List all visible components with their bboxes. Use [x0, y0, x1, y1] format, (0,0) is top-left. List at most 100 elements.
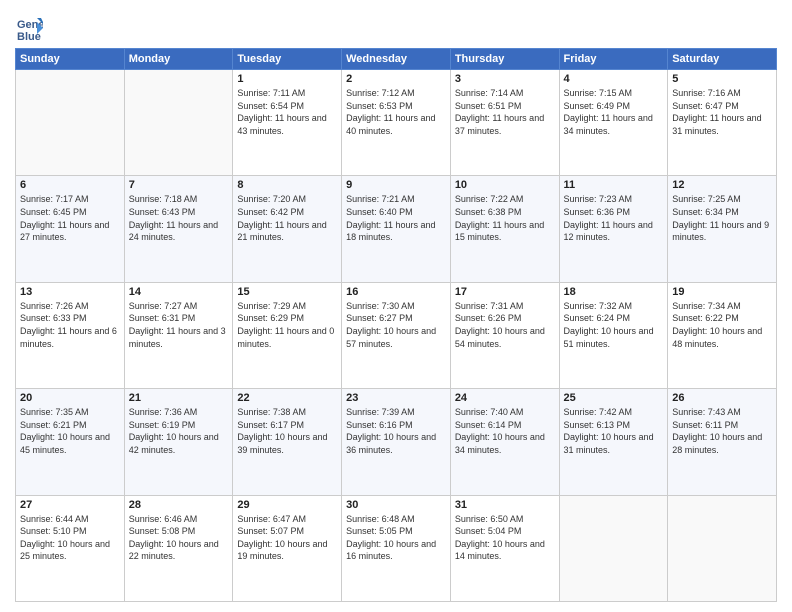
table-row: 16Sunrise: 7:30 AM Sunset: 6:27 PM Dayli…: [342, 282, 451, 388]
calendar-row: 13 Sunrise: 7:26 AM Sunset: 6:33 PM Dayli…: [16, 282, 777, 388]
day-number: 23: [346, 392, 446, 404]
header-saturday: Saturday: [668, 49, 777, 70]
day-number: 1: [237, 73, 337, 85]
day-info: Sunrise: 7:16 AM Sunset: 6:47 PM Dayligh…: [672, 87, 772, 137]
day-number: 21: [129, 392, 229, 404]
table-row: 17 Sunrise: 7:31 AM Sunset: 6:26 PM Dayli…: [450, 282, 559, 388]
day-info: Sunrise: 6:46 AM Sunset: 5:08 PM Dayligh…: [129, 513, 229, 563]
day-info: Sunrise: 7:17 AM Sunset: 6:45 PM Dayligh…: [20, 193, 120, 243]
day-number: 20: [20, 392, 120, 404]
day-info: Sunrise: 6:47 AM Sunset: 5:07 PM Dayligh…: [237, 513, 337, 563]
logo-icon: General Blue: [15, 14, 43, 42]
day-number: 30: [346, 499, 446, 511]
day-number: 14: [129, 286, 229, 298]
day-info: Sunrise: 7:32 AM Sunset: 6:24 PM Dayligh…: [564, 300, 664, 350]
table-row: 22 Sunrise: 7:38 AM Sunset: 6:17 PM Dayli…: [233, 389, 342, 495]
day-info: Sunrise: 7:25 AM Sunset: 6:34 PM Dayligh…: [672, 193, 772, 243]
table-row: 1Sunrise: 7:11 AM Sunset: 6:54 PM Daylig…: [233, 70, 342, 176]
day-info: Sunrise: 7:36 AM Sunset: 6:19 PM Dayligh…: [129, 406, 229, 456]
table-row: 28 Sunrise: 6:46 AM Sunset: 5:08 PM Dayli…: [124, 495, 233, 601]
table-row: 31 Sunrise: 6:50 AM Sunset: 5:04 PM Dayli…: [450, 495, 559, 601]
table-row: 4 Sunrise: 7:15 AM Sunset: 6:49 PM Daylig…: [559, 70, 668, 176]
day-info: Sunrise: 7:31 AM Sunset: 6:26 PM Dayligh…: [455, 300, 555, 350]
table-row: [16, 70, 125, 176]
day-info: Sunrise: 7:26 AM Sunset: 6:33 PM Dayligh…: [20, 300, 120, 350]
day-number: 17: [455, 286, 555, 298]
day-info: Sunrise: 7:23 AM Sunset: 6:36 PM Dayligh…: [564, 193, 664, 243]
table-row: 3 Sunrise: 7:14 AM Sunset: 6:51 PM Daylig…: [450, 70, 559, 176]
day-number: 7: [129, 179, 229, 191]
calendar-header-row: Sunday Monday Tuesday Wednesday Thursday…: [16, 49, 777, 70]
header-thursday: Thursday: [450, 49, 559, 70]
day-info: Sunrise: 7:43 AM Sunset: 6:11 PM Dayligh…: [672, 406, 772, 456]
day-number: 26: [672, 392, 772, 404]
table-row: 2 Sunrise: 7:12 AM Sunset: 6:53 PM Daylig…: [342, 70, 451, 176]
table-row: 30 Sunrise: 6:48 AM Sunset: 5:05 PM Dayli…: [342, 495, 451, 601]
day-number: 16: [346, 286, 446, 298]
day-number: 8: [237, 179, 337, 191]
table-row: 8 Sunrise: 7:20 AM Sunset: 6:42 PM Daylig…: [233, 176, 342, 282]
day-number: 11: [564, 179, 664, 191]
day-info: Sunrise: 6:48 AM Sunset: 5:05 PM Dayligh…: [346, 513, 446, 563]
table-row: 29 Sunrise: 6:47 AM Sunset: 5:07 PM Dayli…: [233, 495, 342, 601]
day-info: Sunrise: 7:14 AM Sunset: 6:51 PM Dayligh…: [455, 87, 555, 137]
logo: General Blue: [15, 14, 47, 42]
day-number: 2: [346, 73, 446, 85]
table-row: 26 Sunrise: 7:43 AM Sunset: 6:11 PM Dayli…: [668, 389, 777, 495]
header-wednesday: Wednesday: [342, 49, 451, 70]
header-sunday: Sunday: [16, 49, 125, 70]
table-row: 10 Sunrise: 7:22 AM Sunset: 6:38 PM Dayli…: [450, 176, 559, 282]
table-row: 6 Sunrise: 7:17 AM Sunset: 6:45 PM Daylig…: [16, 176, 125, 282]
day-info: Sunrise: 7:21 AM Sunset: 6:40 PM Dayligh…: [346, 193, 446, 243]
table-row: 5 Sunrise: 7:16 AM Sunset: 6:47 PM Daylig…: [668, 70, 777, 176]
day-info: Sunrise: 7:15 AM Sunset: 6:49 PM Dayligh…: [564, 87, 664, 137]
day-info: Sunrise: 7:22 AM Sunset: 6:38 PM Dayligh…: [455, 193, 555, 243]
day-number: 6: [20, 179, 120, 191]
day-number: 19: [672, 286, 772, 298]
table-row: [668, 495, 777, 601]
day-info: Sunrise: 6:50 AM Sunset: 5:04 PM Dayligh…: [455, 513, 555, 563]
table-row: 20 Sunrise: 7:35 AM Sunset: 6:21 PM Dayli…: [16, 389, 125, 495]
day-number: 12: [672, 179, 772, 191]
day-number: 31: [455, 499, 555, 511]
day-number: 29: [237, 499, 337, 511]
day-info: Sunrise: 7:42 AM Sunset: 6:13 PM Dayligh…: [564, 406, 664, 456]
day-info: Sunrise: 7:38 AM Sunset: 6:17 PM Dayligh…: [237, 406, 337, 456]
table-row: 12 Sunrise: 7:25 AM Sunset: 6:34 PM Dayli…: [668, 176, 777, 282]
day-number: 4: [564, 73, 664, 85]
day-number: 13: [20, 286, 120, 298]
calendar-row: 27Sunrise: 6:44 AM Sunset: 5:10 PM Dayli…: [16, 495, 777, 601]
page: General Blue Sunday Monday Tuesday Wedne…: [0, 0, 792, 612]
day-info: Sunrise: 7:29 AM Sunset: 6:29 PM Dayligh…: [237, 300, 337, 350]
day-info: Sunrise: 7:39 AM Sunset: 6:16 PM Dayligh…: [346, 406, 446, 456]
day-number: 5: [672, 73, 772, 85]
table-row: 7 Sunrise: 7:18 AM Sunset: 6:43 PM Daylig…: [124, 176, 233, 282]
table-row: [559, 495, 668, 601]
table-row: 27Sunrise: 6:44 AM Sunset: 5:10 PM Dayli…: [16, 495, 125, 601]
day-number: 3: [455, 73, 555, 85]
calendar-row: 6 Sunrise: 7:17 AM Sunset: 6:45 PM Daylig…: [16, 176, 777, 282]
day-number: 10: [455, 179, 555, 191]
day-info: Sunrise: 7:20 AM Sunset: 6:42 PM Dayligh…: [237, 193, 337, 243]
day-number: 28: [129, 499, 229, 511]
table-row: 11 Sunrise: 7:23 AM Sunset: 6:36 PM Dayli…: [559, 176, 668, 282]
table-row: 14Sunrise: 7:27 AM Sunset: 6:31 PM Dayli…: [124, 282, 233, 388]
day-info: Sunrise: 7:12 AM Sunset: 6:53 PM Dayligh…: [346, 87, 446, 137]
day-number: 25: [564, 392, 664, 404]
day-info: Sunrise: 7:18 AM Sunset: 6:43 PM Dayligh…: [129, 193, 229, 243]
table-row: 15Sunrise: 7:29 AM Sunset: 6:29 PM Dayli…: [233, 282, 342, 388]
table-row: 9 Sunrise: 7:21 AM Sunset: 6:40 PM Daylig…: [342, 176, 451, 282]
table-row: [124, 70, 233, 176]
day-info: Sunrise: 7:40 AM Sunset: 6:14 PM Dayligh…: [455, 406, 555, 456]
table-row: 24 Sunrise: 7:40 AM Sunset: 6:14 PM Dayli…: [450, 389, 559, 495]
day-number: 9: [346, 179, 446, 191]
day-number: 24: [455, 392, 555, 404]
day-number: 22: [237, 392, 337, 404]
table-row: 23 Sunrise: 7:39 AM Sunset: 6:16 PM Dayli…: [342, 389, 451, 495]
header-tuesday: Tuesday: [233, 49, 342, 70]
table-row: 19Sunrise: 7:34 AM Sunset: 6:22 PM Dayli…: [668, 282, 777, 388]
table-row: 18Sunrise: 7:32 AM Sunset: 6:24 PM Dayli…: [559, 282, 668, 388]
header: General Blue: [15, 10, 777, 42]
day-info: Sunrise: 7:35 AM Sunset: 6:21 PM Dayligh…: [20, 406, 120, 456]
day-info: Sunrise: 6:44 AM Sunset: 5:10 PM Dayligh…: [20, 513, 120, 563]
